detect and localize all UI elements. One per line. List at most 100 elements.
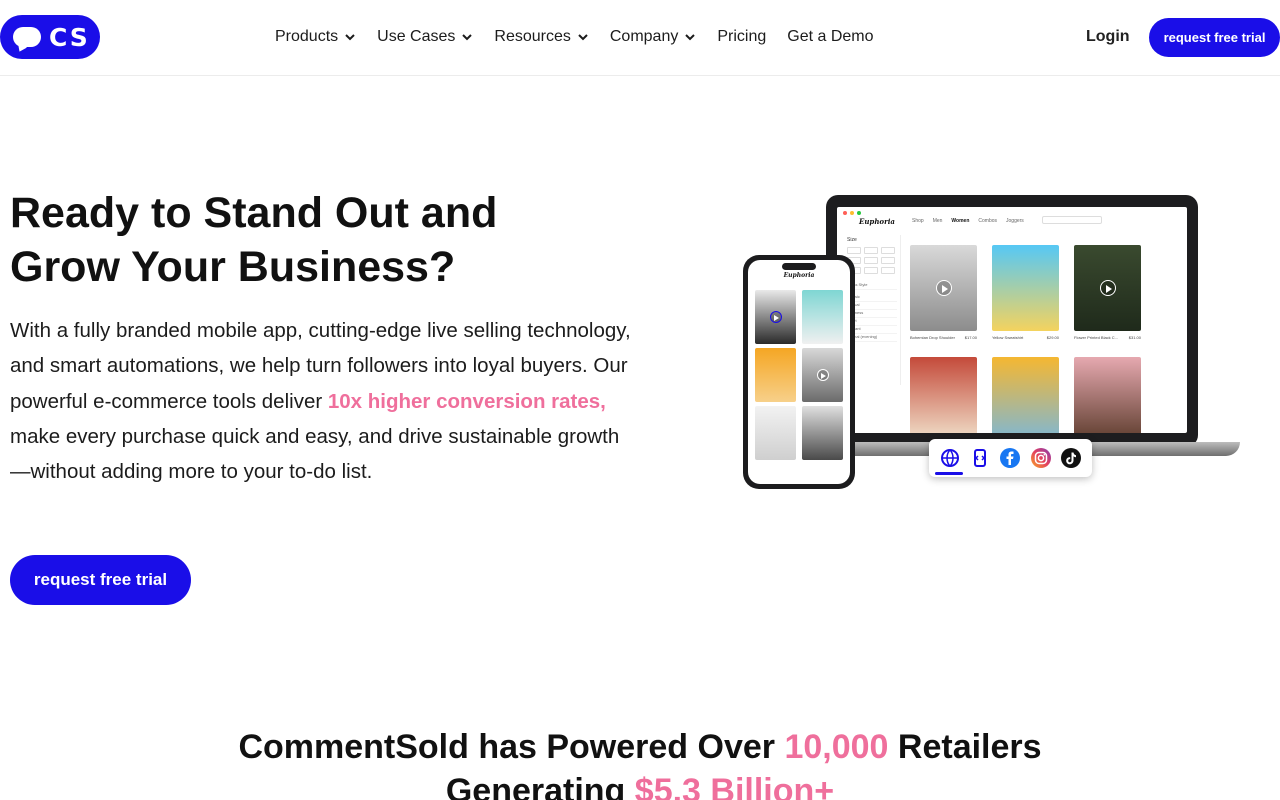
nav-label: Get a Demo: [787, 28, 874, 45]
play-icon: [769, 311, 782, 323]
phone-product: [802, 290, 843, 344]
phone-product: [802, 406, 843, 460]
laptop-screen: Euphoria Shop Men Women Combos Joggers S…: [837, 207, 1187, 433]
stats-headline: CommentSold has Powered Over 10,000 Reta…: [0, 725, 1280, 800]
mobile-app-icon[interactable]: [970, 448, 990, 468]
phone-product-grid: [755, 290, 843, 460]
phone-screen: Euphoria: [748, 260, 850, 484]
stats-line-2-start: Generating: [445, 772, 635, 800]
product-photo: [1074, 357, 1141, 433]
nav-pricing[interactable]: Pricing: [717, 28, 766, 46]
nav-label: Company: [609, 28, 679, 45]
play-icon: [935, 280, 952, 296]
laptop-frame: Euphoria Shop Men Women Combos Joggers S…: [826, 195, 1198, 447]
globe-cursor-icon[interactable]: [940, 448, 960, 468]
nav-use-cases[interactable]: Use Cases: [377, 28, 473, 46]
store-tab: Men: [932, 218, 943, 224]
window-dots: [843, 211, 861, 215]
hero-description: With a fully branded mobile app, cutting…: [10, 313, 635, 489]
commentsold-logo[interactable]: CS: [0, 15, 100, 59]
product-caption: Bohemian Drop Shoulder $17.00: [910, 335, 977, 345]
nav-label: Pricing: [717, 28, 767, 45]
product-card: [992, 357, 1059, 433]
size-chip: [881, 267, 895, 274]
device-mockup-image: Euphoria Shop Men Women Combos Joggers S…: [740, 190, 1250, 500]
store-search-box: [1042, 216, 1102, 224]
nav-resources[interactable]: Resources: [494, 28, 588, 46]
product-photo: [802, 290, 843, 344]
product-card: [910, 357, 977, 433]
product-photo: [802, 348, 843, 402]
nav-label: Resources: [494, 28, 571, 45]
store-tabs: Shop Men Women Combos Joggers: [912, 218, 1024, 224]
product-name: Yellow Sweatshirt: [992, 335, 1024, 340]
chevron-down-icon: [578, 34, 588, 41]
product-price: $31.00: [1128, 335, 1141, 340]
site-header: CS Products Use Cases Resources Company …: [0, 0, 1280, 76]
nav-products[interactable]: Products: [275, 28, 356, 46]
phone-frame: Euphoria: [743, 255, 855, 489]
product-name: Flower Printed Black C...: [1074, 335, 1119, 340]
product-price: $29.00: [1046, 335, 1059, 340]
product-photo: [992, 357, 1059, 433]
nav-get-a-demo[interactable]: Get a Demo: [787, 28, 873, 46]
hero-desc-part-2: make every purchase quick and easy, and …: [10, 424, 620, 484]
phone-product: [755, 348, 796, 402]
product-caption: Flower Printed Black C... $31.00: [1074, 335, 1141, 345]
instagram-icon[interactable]: [1030, 448, 1051, 468]
product-card: Yellow Sweatshirt $29.00: [992, 245, 1059, 345]
product-card: Bohemian Drop Shoulder $17.00: [910, 245, 977, 345]
play-icon: [1099, 280, 1116, 296]
logo-text: CS: [49, 22, 90, 52]
product-caption: Yellow Sweatshirt $29.00: [992, 335, 1059, 345]
product-photo: [755, 348, 796, 402]
login-link[interactable]: Login: [1086, 28, 1130, 46]
active-channel-indicator: [935, 472, 963, 475]
stats-line-1-end: Retailers: [888, 728, 1042, 766]
phone-notch: [782, 263, 816, 270]
product-photo: [755, 290, 796, 344]
product-photo: [1074, 245, 1141, 331]
hero-title-line-2: Grow Your Business?: [10, 243, 456, 291]
phone-product: [755, 406, 796, 460]
product-photo: [910, 245, 977, 331]
hero-request-trial-button[interactable]: request free trial: [10, 555, 191, 605]
hero-desc-highlight: 10x higher conversion rates,: [327, 389, 606, 413]
hero-title: Ready to Stand Out and Grow Your Busines…: [10, 186, 570, 294]
product-price: $17.00: [964, 335, 977, 340]
store-product-grid: Bohemian Drop Shoulder $17.00 Yellow Swea…: [910, 245, 1141, 433]
hero-title-line-1: Ready to Stand Out and: [10, 189, 498, 237]
play-icon: [816, 369, 829, 381]
chevron-down-icon: [462, 34, 473, 41]
product-photo: [802, 406, 843, 460]
header-request-trial-button[interactable]: request free trial: [1149, 18, 1280, 57]
store-tab: Shop: [912, 218, 924, 224]
product-photo: [910, 357, 977, 433]
size-chip: [864, 247, 878, 254]
store-logo: Euphoria: [859, 217, 895, 226]
retailer-count: 10,000: [784, 728, 889, 766]
size-chip: [864, 267, 878, 274]
revenue-amount: $5.3 Billion+: [634, 772, 835, 800]
nav-label: Products: [275, 28, 339, 45]
filter-size-title: Size: [847, 237, 857, 243]
main-nav: Products Use Cases Resources Company Pri…: [275, 26, 895, 48]
store-tab: Combos: [978, 218, 998, 224]
chevron-down-icon: [685, 34, 696, 41]
size-chip: [847, 247, 861, 254]
tiktok-icon[interactable]: [1060, 448, 1081, 468]
chat-bubble-icon: [13, 27, 41, 47]
product-card: [1074, 357, 1141, 433]
nav-label: Use Cases: [377, 28, 456, 45]
phone-store-logo: Euphoria: [783, 272, 815, 279]
nav-company[interactable]: Company: [610, 28, 696, 46]
size-chip: [864, 257, 878, 264]
phone-product: [802, 348, 843, 402]
product-photo: [992, 245, 1059, 331]
product-name: Bohemian Drop Shoulder: [910, 335, 955, 340]
size-chip: [881, 257, 895, 264]
phone-product: [755, 290, 796, 344]
product-card: Flower Printed Black C... $31.00: [1074, 245, 1141, 345]
chevron-down-icon: [345, 34, 355, 41]
facebook-icon[interactable]: [1000, 448, 1021, 468]
